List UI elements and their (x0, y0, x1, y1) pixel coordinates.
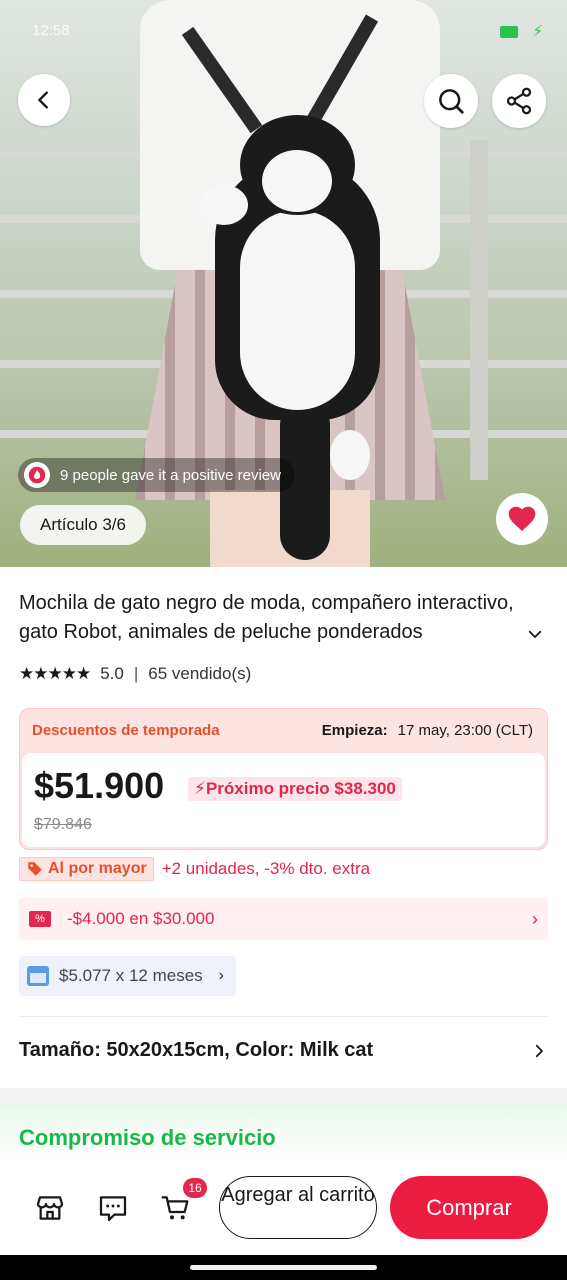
promo-start-value: 17 may, 23:00 (CLT) (397, 722, 533, 739)
positive-review-pill: 9 people gave it a positive review (18, 458, 295, 492)
status-icons: ⚡ (500, 22, 543, 40)
service-title: Compromiso de servicio (19, 1125, 276, 1150)
store-icon (36, 1196, 64, 1220)
promo-start-label: Empieza: (321, 722, 388, 739)
system-nav-bar (0, 1255, 567, 1280)
chevron-right-icon: › (218, 967, 224, 984)
chevron-left-icon (38, 91, 48, 109)
cat-paw (330, 430, 370, 480)
message-button[interactable] (96, 1191, 130, 1225)
wishlist-button[interactable] (496, 493, 548, 545)
section-gap (0, 1088, 567, 1102)
divider: | (133, 664, 139, 683)
lightning-icon: ⚡ (194, 779, 206, 798)
cat-face (262, 150, 332, 212)
variant-text: Tamaño: 50x20x15cm, Color: Milk cat (19, 1039, 374, 1061)
installments-row[interactable]: $5.077 x 12 meses › (19, 956, 236, 996)
promo-label: Descuentos de temporada (32, 722, 220, 739)
price-box: $51.900 ⚡Próximo precio $38.300 $79.846 (22, 753, 545, 847)
search-icon (439, 89, 464, 114)
wholesale-text: +2 unidades, -3% dto. extra (161, 859, 371, 878)
sold-count: 65 vendido(s) (148, 664, 252, 683)
buy-now-button[interactable]: Comprar (390, 1176, 548, 1239)
current-price: $51.900 (34, 765, 165, 806)
seasonal-discount-card: Descuentos de temporada Empieza: 17 may, … (19, 708, 548, 850)
fire-icon (24, 462, 50, 488)
share-button[interactable] (492, 74, 546, 128)
coupon-icon: % (29, 911, 51, 927)
next-price: ⚡Próximo precio $38.300 (188, 777, 402, 801)
article-counter: Artículo 3/6 (20, 505, 146, 545)
calendar-icon (27, 966, 49, 986)
rating-row[interactable]: ★★★★★ 5.0 | 65 vendido(s) (19, 664, 251, 684)
wholesale-badge-text: Al por mayor (48, 860, 147, 877)
chat-icon (99, 1196, 127, 1222)
chevron-right-icon (535, 1044, 543, 1057)
original-price: $79.846 (34, 816, 92, 833)
back-button[interactable] (18, 74, 70, 126)
promo-start: Empieza: 17 may, 23:00 (CLT) (322, 722, 533, 739)
tag-icon (28, 862, 42, 876)
rating-value: 5.0 (100, 664, 124, 683)
star-rating-icon: ★★★★★ (19, 664, 91, 683)
chevron-right-icon: › (532, 908, 538, 929)
variant-selector[interactable]: Tamaño: 50x20x15cm, Color: Milk cat (19, 1039, 548, 1062)
product-title[interactable]: Mochila de gato negro de moda, compañero… (19, 589, 534, 647)
search-button[interactable] (424, 74, 478, 128)
review-text: 9 people gave it a positive review (60, 466, 281, 484)
cat-paw (200, 185, 248, 225)
divider (19, 1016, 548, 1017)
store-button[interactable] (33, 1191, 67, 1225)
next-price-text: Próximo precio $38.300 (205, 779, 396, 798)
cat-belly (240, 210, 355, 410)
bottom-action-bar: 16 Agregar al carrito Comprar (0, 1163, 567, 1255)
coupon-text: -$4.000 en $30.000 (67, 909, 215, 928)
wholesale-badge: Al por mayor (19, 857, 154, 881)
status-time: 12:58 (32, 22, 70, 39)
coupon-row[interactable]: % -$4.000 en $30.000 › (19, 898, 548, 940)
cart-icon (161, 1196, 189, 1220)
cart-count-badge: 16 (183, 1178, 207, 1198)
add-to-cart-button[interactable]: Agregar al carrito (219, 1176, 377, 1239)
heart-icon (508, 506, 536, 531)
wholesale-row: Al por mayor +2 unidades, -3% dto. extra (19, 857, 370, 881)
share-icon (506, 87, 532, 115)
railing-post (470, 140, 488, 480)
charging-icon: ⚡ (532, 23, 543, 40)
cat-paw (305, 240, 353, 280)
installments-text: $5.077 x 12 meses (59, 966, 203, 985)
home-gesture-handle[interactable] (190, 1265, 377, 1270)
battery-icon (500, 26, 519, 39)
status-bar: 12:58 ⚡ (0, 0, 567, 64)
chevron-down-icon[interactable] (526, 625, 544, 643)
